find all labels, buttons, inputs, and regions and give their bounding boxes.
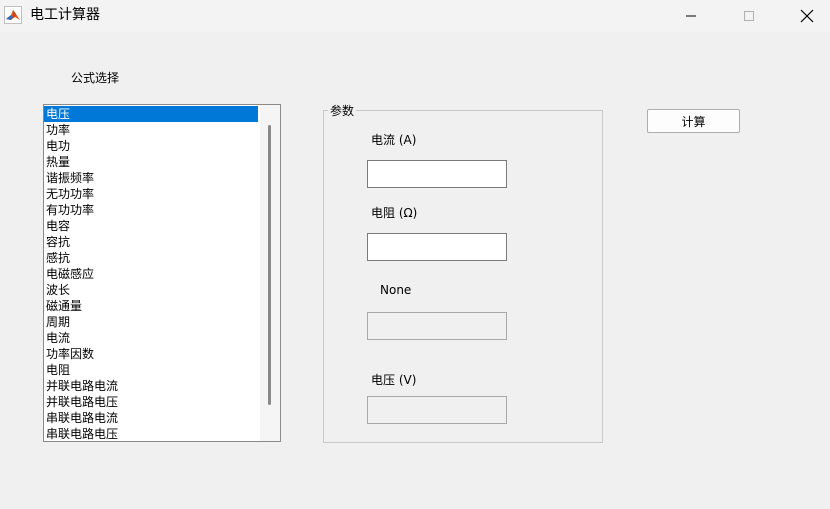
list-item[interactable]: 周期 — [44, 314, 258, 330]
matlab-icon — [4, 6, 22, 24]
list-item[interactable]: 磁通量 — [44, 298, 258, 314]
list-item[interactable]: 功率 — [44, 122, 258, 138]
formula-label: 公式选择 — [71, 71, 120, 85]
window-title: 电工计算器 — [30, 7, 100, 23]
list-item[interactable]: 波长 — [44, 282, 258, 298]
list-item[interactable]: 有功功率 — [44, 202, 258, 218]
result-label: 电压 (V) — [371, 373, 417, 387]
params-group-title: 参数 — [328, 103, 357, 119]
list-item[interactable]: 电阻 — [44, 362, 258, 378]
minimize-button[interactable] — [668, 0, 714, 32]
list-item[interactable]: 并联电路电流 — [44, 378, 258, 394]
field3-label: None — [380, 283, 412, 297]
scroll-thumb[interactable] — [268, 125, 271, 405]
calculate-button[interactable]: 计算 — [647, 109, 740, 133]
formula-listbox[interactable]: 电压 功率 电功 热量 谐振频率 无功功率 有功功率 电容 容抗 感抗 电磁感应 波长 磁通量 周期 电流功… — [43, 104, 281, 442]
title-bar: 电工计算器 — [0, 0, 830, 32]
minimize-icon — [686, 15, 696, 17]
listbox-scrollbar[interactable] — [260, 105, 280, 441]
close-icon — [800, 9, 814, 23]
list-item[interactable]: 电功 — [44, 138, 258, 154]
list-item[interactable]: 并联电路电压 — [44, 394, 258, 410]
list-item[interactable]: 电容 — [44, 218, 258, 234]
list-item[interactable]: 功率因数 — [44, 346, 258, 362]
maximize-icon — [744, 11, 754, 21]
result-output — [367, 396, 507, 424]
field2-label: 电阻 (Ω) — [371, 206, 418, 220]
list-item[interactable]: 电压 — [44, 106, 258, 122]
resistance-input[interactable] — [367, 233, 507, 261]
list-item[interactable]: 无功功率 — [44, 186, 258, 202]
third-input — [367, 312, 507, 340]
list-item[interactable]: 串联电路电压 — [44, 426, 258, 441]
close-button[interactable] — [784, 0, 830, 32]
list-item[interactable]: 感抗 — [44, 250, 258, 266]
maximize-button[interactable] — [726, 0, 772, 32]
list-item[interactable]: 容抗 — [44, 234, 258, 250]
list-item[interactable]: 谐振频率 — [44, 170, 258, 186]
list-item[interactable]: 电磁感应 — [44, 266, 258, 282]
list-item[interactable]: 电流 — [44, 330, 258, 346]
list-item[interactable]: 串联电路电流 — [44, 410, 258, 426]
current-input[interactable] — [367, 160, 507, 188]
field1-label: 电流 (A) — [371, 133, 417, 147]
list-item[interactable]: 热量 — [44, 154, 258, 170]
